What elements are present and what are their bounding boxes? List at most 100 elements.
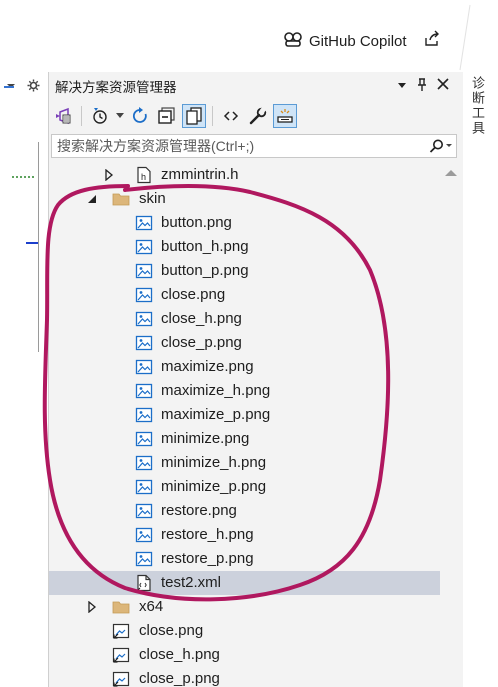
copilot-label[interactable]: GitHub Copilot — [309, 33, 407, 50]
tree-file-item[interactable]: close_h.png — [49, 643, 440, 667]
tree-file-item[interactable]: close.png — [49, 283, 440, 307]
tree-item-label: restore_h.png — [161, 526, 254, 543]
gear-icon[interactable] — [27, 79, 40, 95]
tree-file-item[interactable]: restore_p.png — [49, 547, 440, 571]
image-file-icon — [135, 406, 153, 424]
solution-explorer-panel: 解决方案资源管理器 搜索解决方案资源管理器(Ctrl+;) h zmmintri… — [48, 72, 463, 687]
tree-file-item[interactable]: button.png — [49, 211, 440, 235]
vertical-scrollbar[interactable] — [440, 162, 462, 687]
search-input[interactable] — [52, 136, 426, 156]
scroll-up-arrow-icon[interactable] — [445, 170, 457, 176]
tree-item-label: restore.png — [161, 502, 237, 519]
tree-item-label: x64 — [139, 598, 164, 615]
left-code-pane — [0, 142, 39, 352]
search-icon[interactable] — [426, 139, 456, 153]
xml-file-icon — [135, 574, 153, 592]
tree-item-label: button_h.png — [161, 238, 249, 255]
tree-item-label: zmmintrin.h — [161, 166, 239, 183]
copilot-icon[interactable] — [283, 30, 303, 52]
image-file-icon — [135, 430, 153, 448]
expanded-arrow-icon[interactable] — [86, 193, 98, 205]
window-position-dropdown-icon[interactable] — [397, 78, 407, 95]
tree-item-label: minimize_p.png — [161, 478, 267, 495]
view-code-button[interactable] — [219, 104, 243, 128]
tree-item-label: maximize_h.png — [161, 382, 271, 399]
solution-tree: h zmmintrin.h skin button.png button_h.pngbu… — [49, 162, 463, 687]
tree-file-item[interactable]: close_p.png — [49, 331, 440, 355]
tree-item-label: minimize.png — [161, 430, 250, 447]
folder-icon — [112, 598, 130, 616]
tree-item-label: minimize_h.png — [161, 454, 267, 471]
image-file-icon — [135, 526, 153, 544]
image-file-icon — [135, 478, 153, 496]
tree-file-item[interactable]: close_p.png — [49, 667, 440, 687]
image-file-icon — [135, 358, 153, 376]
linked-image-file-icon — [112, 622, 130, 640]
header-file-icon: h — [135, 166, 153, 184]
refresh-icon — [132, 107, 147, 123]
tree-file-item[interactable]: h zmmintrin.h — [49, 163, 440, 187]
image-file-icon — [135, 502, 153, 520]
tree-file-item[interactable]: maximize_h.png — [49, 379, 440, 403]
left-editor-fragment — [0, 72, 46, 352]
filter-dropdown-button[interactable] — [115, 104, 125, 128]
tree-file-item[interactable]: maximize.png — [49, 355, 440, 379]
diagnostic-tools-tab[interactable]: 诊断工具 — [465, 76, 487, 186]
collapse-all-button[interactable] — [155, 104, 179, 128]
image-file-icon — [135, 310, 153, 328]
tree-file-item[interactable]: restore.png — [49, 499, 440, 523]
tree-folder-item[interactable]: skin — [49, 187, 440, 211]
svg-text:h: h — [141, 172, 146, 182]
tree-item-label: close_h.png — [161, 310, 242, 327]
tree-item-label: button.png — [161, 214, 232, 231]
panel-toolbar — [51, 102, 451, 130]
image-file-icon — [135, 334, 153, 352]
pending-changes-filter-button[interactable] — [88, 104, 112, 128]
tree-item-label: close.png — [161, 286, 226, 303]
tree-file-item[interactable]: minimize_p.png — [49, 475, 440, 499]
image-file-icon — [135, 550, 153, 568]
panel-title: 解决方案资源管理器 — [55, 80, 177, 95]
code-brackets-icon — [223, 111, 239, 121]
folder-icon — [112, 190, 130, 208]
tree-file-item[interactable]: maximize_p.png — [49, 403, 440, 427]
tree-item-label: maximize.png — [161, 358, 254, 375]
tree-file-item[interactable]: test2.xml — [49, 571, 440, 595]
collapsed-arrow-icon[interactable] — [86, 601, 98, 613]
tree-item-label: test2.xml — [161, 574, 222, 591]
tree-file-item[interactable]: close_h.png — [49, 307, 440, 331]
linked-image-file-icon — [112, 646, 130, 664]
tree-file-item[interactable]: minimize_h.png — [49, 451, 440, 475]
tree-file-item[interactable]: button_p.png — [49, 259, 440, 283]
preview-selected-items-button[interactable] — [273, 104, 297, 128]
close-icon[interactable] — [437, 77, 449, 95]
preview-icon — [277, 109, 293, 123]
toolbar-separator — [212, 106, 213, 126]
linked-image-file-icon — [112, 670, 130, 687]
image-file-icon — [135, 382, 153, 400]
clock-filter-icon — [93, 108, 107, 124]
chevron-down-icon — [116, 113, 124, 118]
image-file-icon — [135, 238, 153, 256]
tree-file-item[interactable]: close.png — [49, 619, 440, 643]
tree-item-label: maximize_p.png — [161, 406, 271, 423]
properties-button[interactable] — [246, 104, 270, 128]
sync-with-active-document-button[interactable] — [128, 104, 152, 128]
blue-minus-mark — [4, 86, 14, 88]
tree-item-label: close_h.png — [139, 646, 220, 663]
pin-icon[interactable] — [416, 77, 428, 95]
tree-folder-item[interactable]: x64 — [49, 595, 440, 619]
show-all-files-button[interactable] — [182, 104, 206, 128]
collapsed-arrow-icon[interactable] — [103, 169, 115, 181]
tree-item-label: skin — [139, 190, 166, 207]
image-file-icon — [135, 262, 153, 280]
tree-file-item[interactable]: minimize.png — [49, 427, 440, 451]
share-icon[interactable] — [423, 30, 441, 52]
tree-file-item[interactable]: button_h.png — [49, 235, 440, 259]
dotted-marker — [12, 176, 34, 180]
switch-views-button[interactable] — [51, 104, 75, 128]
wrench-icon — [249, 106, 268, 125]
tree-file-item[interactable]: restore_h.png — [49, 523, 440, 547]
visual-studio-icon — [56, 107, 71, 125]
solution-search-box[interactable] — [51, 134, 457, 158]
